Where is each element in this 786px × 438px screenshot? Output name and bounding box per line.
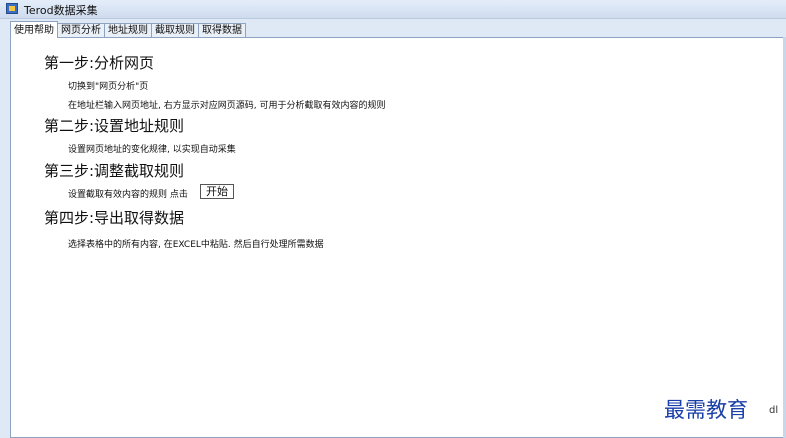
step1-title: 第一步:分析网页 [44, 54, 155, 72]
tab-help[interactable]: 使用帮助 [10, 21, 58, 38]
tab-address-rules[interactable]: 地址规则 [104, 23, 152, 38]
step3-title: 第三步:调整截取规则 [44, 162, 185, 180]
step4-line1: 选择表格中的所有内容, 在EXCEL中粘贴. 然后自行处理所需数据 [68, 240, 324, 250]
tab-strip: 使用帮助 网页分析 地址规则 截取规则 取得数据 [10, 21, 246, 38]
app-icon [6, 3, 18, 14]
step2-line1: 设置网页地址的变化规律, 以实现自动采集 [68, 145, 236, 155]
start-button[interactable]: 开始 [200, 184, 234, 199]
step4-title: 第四步:导出取得数据 [44, 209, 185, 227]
tab-page-analysis[interactable]: 网页分析 [57, 23, 105, 38]
tab-capture-rules[interactable]: 截取规则 [151, 23, 199, 38]
watermark-tail: dl [769, 405, 779, 416]
watermark-logo: 最需教育 [664, 398, 748, 422]
step2-title: 第二步:设置地址规则 [44, 117, 185, 135]
tab-get-data[interactable]: 取得数据 [198, 23, 246, 38]
step3-line1: 设置截取有效内容的规则 点击 [68, 190, 188, 200]
step1-line1: 切换到"网页分析"页 [68, 82, 149, 92]
help-panel: 第一步:分析网页 切换到"网页分析"页 在地址栏输入网页地址, 右方显示对应网页… [10, 37, 784, 438]
title-bar: Terod数据采集 [0, 0, 786, 19]
window-title: Terod数据采集 [24, 4, 98, 17]
step1-line2: 在地址栏输入网页地址, 右方显示对应网页源码, 可用于分析截取有效内容的规则 [68, 101, 386, 111]
